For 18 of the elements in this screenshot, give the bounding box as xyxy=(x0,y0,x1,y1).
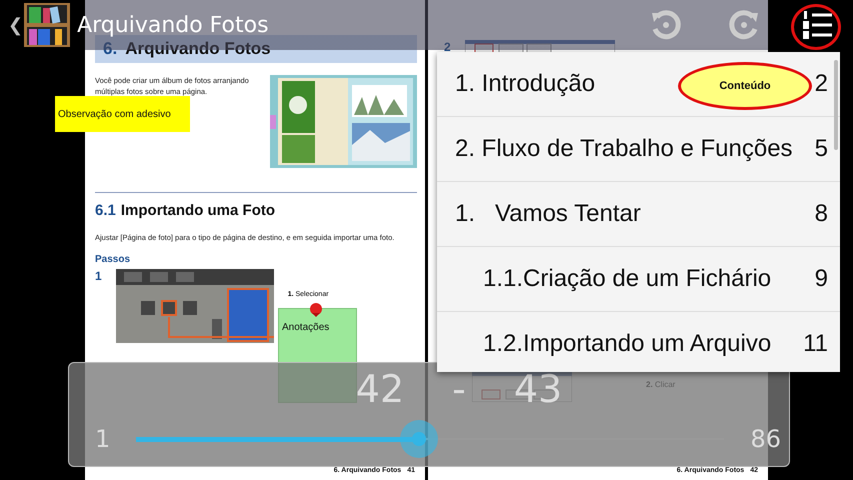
toc-item[interactable]: 1. Vamos Tentar 8 xyxy=(437,182,840,247)
rotate-left-button[interactable] xyxy=(649,8,683,42)
callout-label: 2. Clicar xyxy=(646,380,676,389)
slider-min: 1 xyxy=(95,425,110,453)
rotate-right-button[interactable] xyxy=(727,8,761,42)
pushpin-icon xyxy=(308,303,324,317)
slider-thumb[interactable] xyxy=(400,420,438,458)
numbered-list-icon[interactable] xyxy=(801,8,835,42)
bookshelf-icon xyxy=(23,2,72,48)
step-number: 1 xyxy=(95,269,102,283)
back-button[interactable]: ❮ xyxy=(8,14,24,36)
sticky-note[interactable]: Observação com adesivo xyxy=(55,96,190,132)
page-number: 42 xyxy=(356,367,404,411)
separator: - xyxy=(452,367,466,411)
slider-max: 86 xyxy=(750,425,781,453)
section-title: 6.1 Importando uma Foto xyxy=(95,202,276,219)
steps-heading: Passos xyxy=(95,254,132,265)
toc-item[interactable]: 1.1.Criação de um Fichário 9 xyxy=(437,247,840,312)
